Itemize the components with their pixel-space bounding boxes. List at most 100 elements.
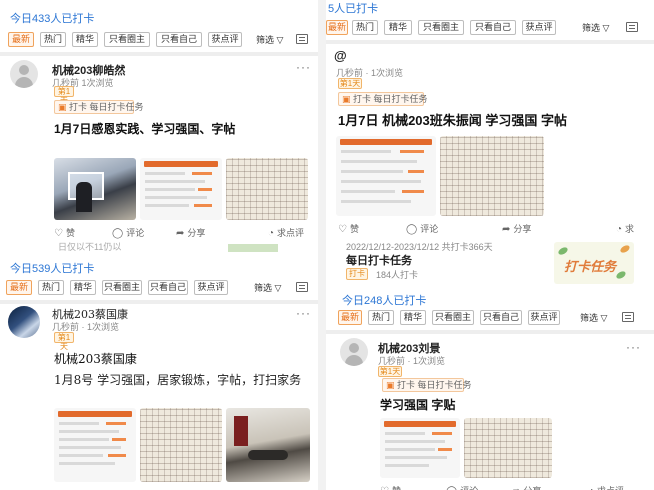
post-image-handwriting[interactable] [226,158,308,220]
task-tag[interactable]: ▣ 打卡 每日打卡任务 [54,100,144,114]
filter-button[interactable]: 筛选 ▽ [256,33,283,46]
filter-self-only[interactable]: 只看自己 [148,280,188,295]
filter-owner-only[interactable]: 只看圈主 [418,20,464,35]
filter-self-only[interactable]: 只看自己 [470,20,516,35]
request-review-button[interactable]: ◔求点评 [268,226,304,239]
funnel-icon: ▽ [600,23,610,33]
layout-toggle-icon[interactable] [626,22,638,32]
task-tag[interactable]: ▣ 打卡 每日打卡任务 [338,92,428,106]
filter-label: 筛选 [254,283,273,293]
comment-button[interactable]: ◯评论 [112,226,144,239]
day-badge: 第1天 [338,78,362,89]
review-icon: ◔ [616,224,623,235]
filter-label: 筛选 [582,23,601,33]
divider [0,300,318,304]
avatar[interactable] [10,60,38,88]
avatar[interactable] [8,306,40,338]
share-button[interactable]: ➦分享 [176,226,205,239]
filter-label: 筛选 [580,313,599,323]
checkin-icon: ▣ [58,102,70,112]
layout-toggle-icon[interactable] [296,282,308,292]
post-image-handwriting[interactable] [440,136,544,216]
filter-reviewed[interactable]: 获点评 [522,20,556,35]
cutoff-image [228,244,278,252]
post-image-photo[interactable] [54,158,136,220]
filter-reviewed[interactable]: 获点评 [194,280,228,295]
request-review-button[interactable]: ◔求点评 [588,484,624,490]
filter-hot[interactable]: 热门 [38,280,64,295]
share-button[interactable]: ➦分享 [502,222,531,235]
post-image-screenshot[interactable] [380,418,460,478]
filter-bar: 最新 热门 精华 只看圈主 只看自己 获点评 筛选 ▽ [326,18,654,38]
thumbs-up-icon: ♡ [54,228,63,239]
filter-label: 筛选 [256,35,275,45]
filter-featured[interactable]: 精华 [72,32,98,47]
post-title: 1月7日 机械203班朱振闻 学习强国 字帖 [338,113,567,128]
post-image-handwriting[interactable] [140,408,222,482]
filter-hot[interactable]: 热门 [368,310,394,325]
post-username[interactable]: @ [334,48,347,63]
filter-button[interactable]: 筛选 ▽ [254,281,281,294]
filter-reviewed[interactable]: 获点评 [208,32,242,47]
filter-owner-only[interactable]: 只看圈主 [104,32,150,47]
filter-latest[interactable]: 最新 [326,20,348,35]
filter-hot[interactable]: 热门 [40,32,66,47]
filter-hot[interactable]: 热门 [352,20,378,35]
funnel-icon: ▽ [274,35,284,45]
filter-featured[interactable]: 精华 [400,310,426,325]
day-badge: 第1天 [378,366,402,377]
comment-icon: ◯ [446,486,457,490]
comment-button[interactable]: ◯评论 [406,222,438,235]
post-title: 机械203蔡国康 [54,352,137,366]
filter-latest[interactable]: 最新 [338,310,362,325]
checkin-count: 5人已打卡 [328,3,379,15]
filter-owner-only[interactable]: 只看圈主 [432,310,474,325]
funnel-icon: ▽ [598,313,608,323]
filter-reviewed[interactable]: 获点评 [528,310,560,325]
divider [326,330,654,334]
comment-button[interactable]: ◯评论 [446,484,478,490]
post-image-screenshot[interactable] [140,158,222,220]
more-options-icon[interactable]: ··· [296,60,311,74]
filter-bar: 最新 热门 精华 只看圈主 只看自己 获点评 筛选 ▽ [0,30,318,50]
checkin-count: 今日433人已打卡 [10,13,95,25]
post-image-screenshot[interactable] [54,408,136,482]
request-review-button[interactable]: ◔ 求 [616,222,634,235]
like-button[interactable]: ♡赞 [54,226,75,239]
avatar[interactable] [340,338,368,366]
filter-self-only[interactable]: 只看自己 [480,310,522,325]
filter-featured[interactable]: 精华 [384,20,412,35]
filter-self-only[interactable]: 只看自己 [156,32,202,47]
layout-toggle-icon[interactable] [296,34,308,44]
post-image-screenshot[interactable] [336,136,436,216]
left-top-panel: 今日433人已打卡 最新 热门 精华 只看圈主 只看自己 获点评 筛选 ▽ 机械… [0,0,318,252]
more-options-icon[interactable]: ··· [296,306,311,320]
comment-icon: ◯ [406,224,418,235]
post-body: 1月8号 学习强国，居家锻炼，字帖，打扫家务 [54,373,302,387]
checkin-icon: ▣ [386,380,398,390]
filter-latest[interactable]: 最新 [6,280,32,295]
filter-owner-only[interactable]: 只看圈主 [102,280,142,295]
filter-latest[interactable]: 最新 [8,32,34,47]
share-button[interactable]: ➦分享 [512,484,541,490]
more-options-icon[interactable]: ··· [626,340,641,354]
like-button[interactable]: ♡赞 [380,484,401,490]
layout-toggle-icon[interactable] [622,312,634,322]
post-title: 1月7日感恩实践、学习强国、字帖 [54,122,236,136]
thumbs-up-icon: ♡ [380,486,389,490]
cutoff-text: 日仅以不11仍以 [58,242,122,252]
funnel-icon: ▽ [272,283,282,293]
like-button[interactable]: ♡赞 [338,222,359,235]
post-image-handwriting[interactable] [464,418,552,478]
task-card[interactable]: 2022/12/12-2023/12/12 共打卡366天 每日打卡任务 打卡 … [344,240,642,286]
share-icon: ➦ [512,486,520,490]
review-icon: ◔ [268,228,275,239]
filter-button[interactable]: 筛选 ▽ [582,21,609,34]
task-tag[interactable]: ▣ 打卡 每日打卡任务 [382,378,472,392]
filter-featured[interactable]: 精华 [70,280,96,295]
comment-icon: ◯ [112,228,124,239]
post-image-exercise[interactable] [226,408,310,482]
divider [0,52,318,56]
filter-button[interactable]: 筛选 ▽ [580,311,607,324]
share-icon: ➦ [502,224,511,235]
